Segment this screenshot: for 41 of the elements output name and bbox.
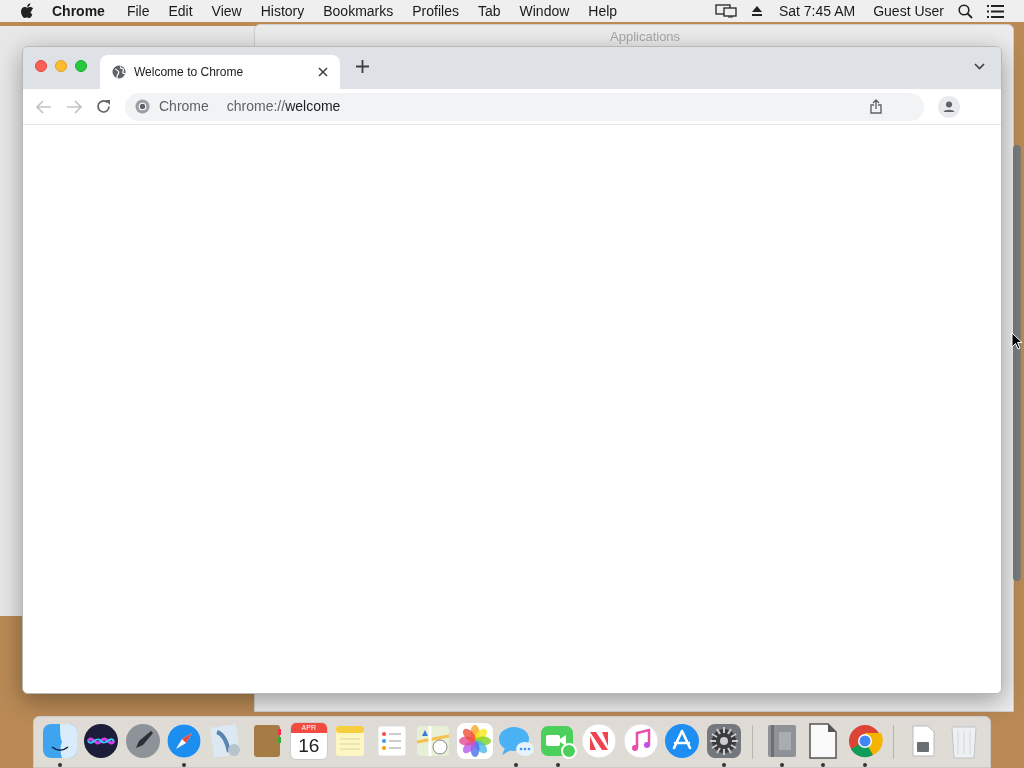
menu-item[interactable]: Edit [168,0,193,22]
display-icon[interactable] [714,4,737,18]
globe-icon [112,65,126,79]
address-bar[interactable]: Chrome chrome://welcome [125,92,924,121]
menu-item[interactable]: Profiles [412,0,459,22]
browser-tab[interactable]: Welcome to Chrome [100,55,340,89]
apple-logo-icon[interactable] [20,3,34,19]
menu-item[interactable]: Chrome [52,0,105,22]
menu-item[interactable]: Bookmarks [323,0,394,22]
menu-item[interactable]: View [211,0,242,22]
eject-icon[interactable] [750,5,763,17]
menu-item[interactable]: Window [519,0,570,22]
user-name[interactable]: Guest User [873,0,944,22]
news-icon[interactable] [580,722,619,760]
menu-item[interactable]: Help [588,0,618,22]
tab-title: Welcome to Chrome [134,64,245,81]
close-icon[interactable] [318,67,328,77]
orb-icon[interactable] [82,722,121,760]
menu-item[interactable]: Tab [477,0,501,22]
profile-icon[interactable] [938,95,960,118]
share-icon[interactable] [870,99,882,114]
site-label: Chrome [159,97,209,116]
window-title: Applications [610,28,681,46]
chevron-down-icon[interactable] [974,62,985,70]
flower-icon[interactable] [455,722,494,760]
menu-item[interactable]: History [260,0,305,22]
clock[interactable]: Sat 7:45 AM [778,0,856,22]
zoom-button[interactable] [75,60,87,72]
search-icon[interactable] [958,3,973,19]
chrome-logo-icon [135,99,150,114]
menu-item[interactable]: File [126,0,150,22]
scrollbar-thumb[interactable] [1013,145,1021,581]
list-icon[interactable] [987,4,1004,18]
url-text: chrome://welcome [226,97,341,116]
reload-icon[interactable] [96,99,111,114]
calendar-day: 16 [298,733,320,759]
music-note-icon[interactable] [621,722,660,760]
new-tab-icon[interactable] [356,59,369,73]
gear-icon[interactable] [704,722,743,760]
close-window-button[interactable] [35,60,47,72]
mouse-cursor-icon [1011,332,1023,350]
